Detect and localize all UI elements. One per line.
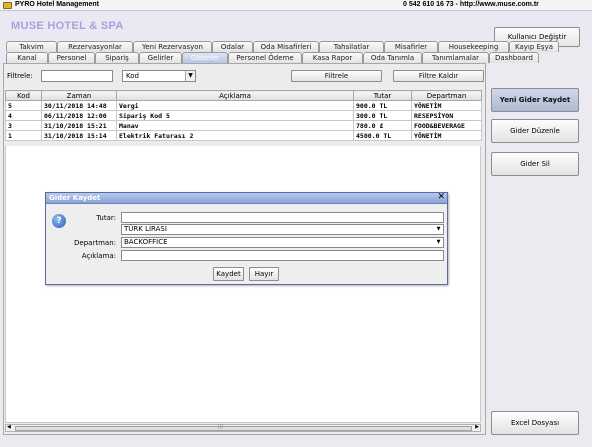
contact-info: 0 542 610 16 73 - http://www.muse.com.tr: [403, 1, 539, 8]
col-aciklama[interactable]: Açıklama: [116, 90, 354, 101]
close-icon[interactable]: ✕: [437, 192, 445, 202]
tab-tahsilatlar[interactable]: Tahsilatlar: [319, 41, 384, 52]
table-header-row: Kod Zaman Açıklama Tutar Departman: [5, 90, 482, 101]
new-expense-dialog: Gider Kaydet ✕ ? Tutar: TÜRK LİRASI ▼ De…: [45, 192, 448, 285]
tab-kasa-rapor[interactable]: Kasa Rapor: [302, 52, 363, 63]
tab-odalar[interactable]: Odalar: [212, 41, 253, 52]
amount-input[interactable]: [121, 212, 444, 223]
department-label: Departman:: [74, 239, 116, 247]
tab-oda-misafirleri[interactable]: Oda Misafirleri: [253, 41, 319, 52]
cell-kod: 3: [5, 120, 42, 131]
cell-departman: FOOD&BEVERAGE: [411, 120, 482, 131]
table-row[interactable]: 1 31/10/2018 15:14 Elektrik Faturası 2 4…: [5, 130, 482, 141]
cell-aciklama: Vergi: [116, 100, 354, 111]
cell-zaman: 31/10/2018 15:14: [41, 130, 117, 141]
cell-tutar: 300.0 TL: [353, 110, 412, 121]
cell-zaman: 06/11/2018 12:00: [41, 110, 117, 121]
tab-misafirler[interactable]: Misafirler: [384, 41, 438, 52]
cell-tutar: 4500.0 TL: [353, 130, 412, 141]
tab-kayip-esya[interactable]: Kayıp Eşya: [509, 41, 559, 52]
tab-housekeeping[interactable]: Housekeeping: [438, 41, 509, 52]
dialog-titlebar[interactable]: Gider Kaydet ✕: [46, 192, 447, 204]
amount-label: Tutar:: [96, 214, 116, 222]
tab-siparis[interactable]: Sipariş: [95, 52, 139, 63]
tab-dashboard[interactable]: Dashboard: [489, 52, 539, 63]
excel-export-button[interactable]: Excel Dosyası: [491, 411, 579, 435]
edit-expense-button[interactable]: Gider Düzenle: [491, 119, 579, 143]
tab-takvim[interactable]: Takvim: [6, 41, 57, 52]
cell-tutar: 780.0 £: [353, 120, 412, 131]
cell-departman: YÖNETİM: [411, 130, 482, 141]
department-value: BACKOFFICE: [124, 238, 168, 246]
tab-personel[interactable]: Personel: [48, 52, 95, 63]
scrollbar-thumb[interactable]: [15, 426, 472, 431]
horizontal-scrollbar[interactable]: ◀ ||| ▶: [5, 424, 481, 432]
tab-rezervasyonlar[interactable]: Rezervasyonlar: [57, 41, 133, 52]
description-input[interactable]: [121, 250, 444, 261]
chevron-down-icon: ▼: [436, 239, 441, 245]
clear-filter-button[interactable]: Filtre Kaldır: [393, 70, 484, 82]
tab-kanal[interactable]: Kanal: [6, 52, 48, 63]
expenses-table: Kod Zaman Açıklama Tutar Departman 5 30/…: [5, 90, 482, 141]
col-tutar[interactable]: Tutar: [353, 90, 412, 101]
filter-label: Filtrele:: [7, 72, 33, 80]
scroll-left-icon[interactable]: ◀: [7, 424, 11, 430]
cell-kod: 1: [5, 130, 42, 141]
currency-value: TÜRK LİRASI: [124, 225, 167, 233]
dialog-title: Gider Kaydet: [49, 194, 101, 202]
cell-zaman: 31/10/2018 15:21: [41, 120, 117, 131]
filter-field-select[interactable]: Kod ▼: [122, 70, 196, 82]
cell-kod: 5: [5, 100, 42, 111]
col-zaman[interactable]: Zaman: [41, 90, 117, 101]
window-title: PYRO Hotel Management: [15, 1, 100, 8]
filter-field-value: Kod: [126, 72, 139, 80]
delete-expense-button[interactable]: Gider Sil: [491, 152, 579, 176]
table-row[interactable]: 3 31/10/2018 15:21 Manav 780.0 £ FOOD&BE…: [5, 120, 482, 131]
window-titlebar: PYRO Hotel Management 0 542 610 16 73 - …: [0, 0, 592, 11]
cell-aciklama: Elektrik Faturası 2: [116, 130, 354, 141]
app-header: MUSE HOTEL & SPA Kullanıcı Değiştir: [0, 11, 592, 47]
tab-yeni-rezervasyon[interactable]: Yeni Rezervasyon: [133, 41, 212, 52]
cell-kod: 4: [5, 110, 42, 121]
table-row[interactable]: 4 06/11/2018 12:00 Sipariş Kod 5 300.0 T…: [5, 110, 482, 121]
col-kod[interactable]: Kod: [5, 90, 42, 101]
filter-button[interactable]: Filtrele: [291, 70, 382, 82]
filter-input[interactable]: [41, 70, 113, 82]
tab-personel-odeme[interactable]: Personel Ödeme: [228, 52, 302, 63]
tab-oda-tanimla[interactable]: Oda Tanımla: [363, 52, 422, 63]
currency-select[interactable]: TÜRK LİRASI ▼: [121, 224, 444, 235]
description-label: Açıklama:: [81, 252, 116, 260]
save-button[interactable]: Kaydet: [213, 267, 244, 281]
chevron-down-icon: ▼: [185, 71, 195, 81]
scroll-right-icon[interactable]: ▶: [475, 424, 479, 430]
hotel-brand: MUSE HOTEL & SPA: [11, 20, 124, 32]
tab-tanimlamalar[interactable]: Tanımlamalar: [422, 52, 489, 63]
tab-gelirler[interactable]: Gelirler: [139, 52, 182, 63]
table-row[interactable]: 5 30/11/2018 14:48 Vergi 900.0 TL YÖNETİ…: [5, 100, 482, 111]
scrollbar-grip-icon: |||: [218, 424, 224, 430]
cell-aciklama: Sipariş Kod 5: [116, 110, 354, 121]
cell-aciklama: Manav: [116, 120, 354, 131]
department-select[interactable]: BACKOFFICE ▼: [121, 237, 444, 248]
chevron-down-icon: ▼: [436, 226, 441, 232]
tab-row-1: Takvim Rezervasyonlar Yeni Rezervasyon O…: [6, 41, 559, 52]
tab-row-2: Kanal Personel Sipariş Gelirler Giderler…: [6, 52, 539, 63]
cell-zaman: 30/11/2018 14:48: [41, 100, 117, 111]
tab-giderler[interactable]: Giderler: [182, 52, 228, 63]
cell-departman: RESEPSİYON: [411, 110, 482, 121]
cancel-button[interactable]: Hayır: [249, 267, 279, 281]
app-icon: [3, 2, 12, 9]
col-departman[interactable]: Departman: [411, 90, 482, 101]
new-expense-button[interactable]: Yeni Gider Kaydet: [491, 88, 579, 112]
cell-tutar: 900.0 TL: [353, 100, 412, 111]
cell-departman: YÖNETİM: [411, 100, 482, 111]
